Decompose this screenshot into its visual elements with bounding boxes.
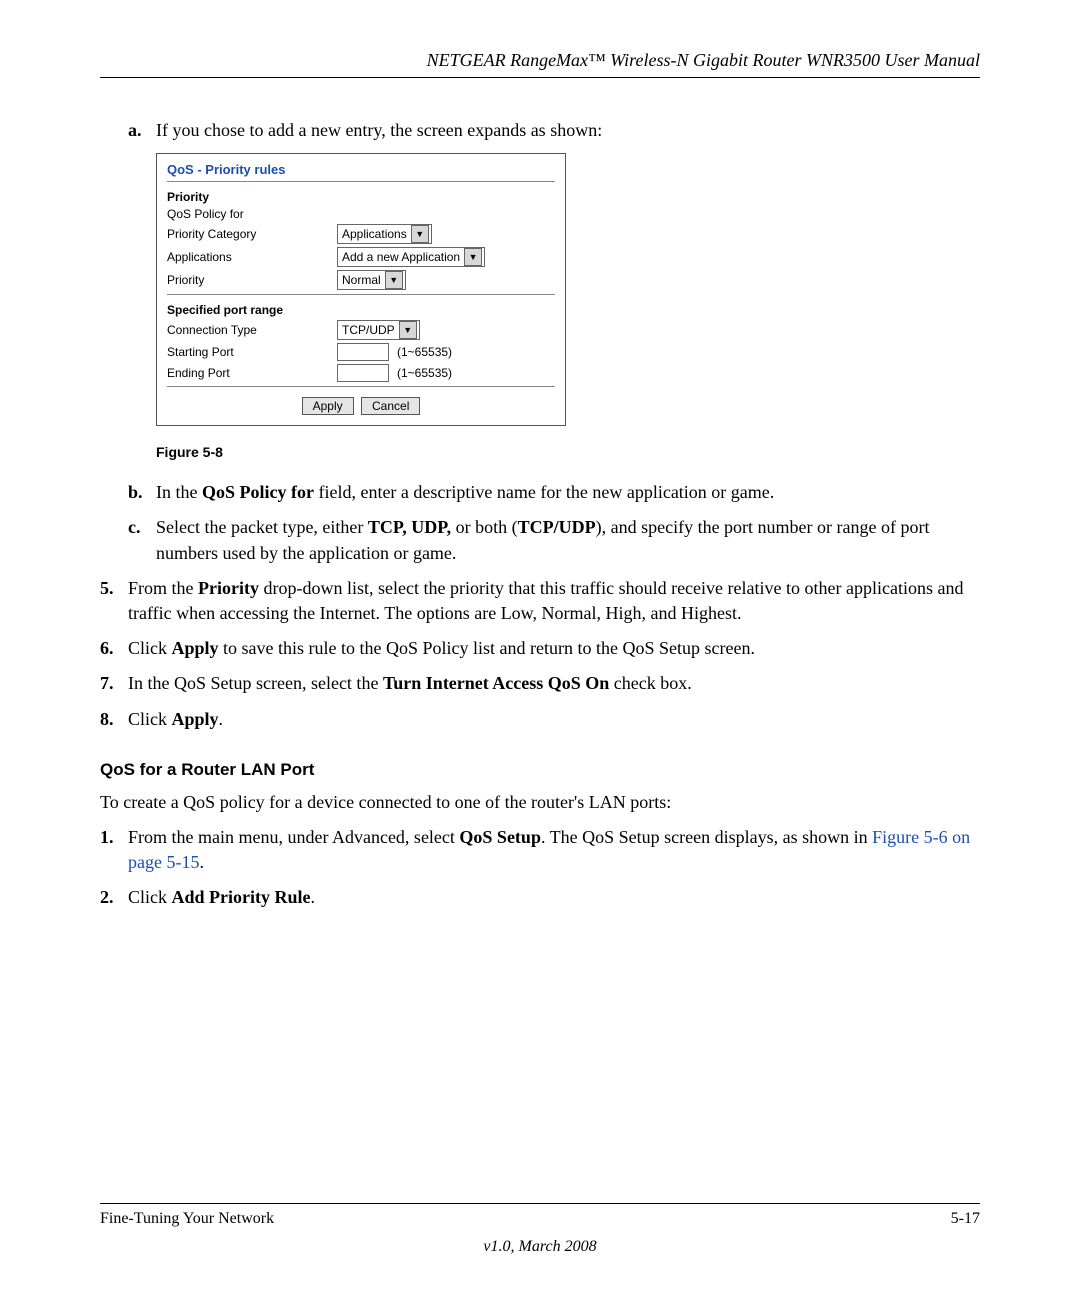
priority-category-select[interactable]: Applications ▼ [337,224,432,244]
step-b-bold: QoS Policy for [202,482,314,502]
connection-type-label: Connection Type [167,323,337,337]
applications-value: Add a new Application [342,250,460,264]
step-b: b. In the QoS Policy for field, enter a … [128,480,980,505]
step-7-t2: check box. [609,673,691,693]
starting-port-input[interactable] [337,343,389,361]
priority-label: Priority [167,273,337,287]
step-5-marker: 5. [100,576,128,626]
priority-select[interactable]: Normal ▼ [337,270,406,290]
step-c-t1: Select the packet type, either [156,517,368,537]
step-c-t2: or both ( [451,517,518,537]
ending-port-hint: (1~65535) [397,366,452,380]
step-7-t1: In the QoS Setup screen, select the [128,673,383,693]
footer-left: Fine-Tuning Your Network [100,1210,274,1228]
step-8-t1: Click [128,709,172,729]
s2-step-1: 1. From the main menu, under Advanced, s… [100,825,980,875]
s2-step-1-t1: From the main menu, under Advanced, sele… [128,827,459,847]
step-a: a. If you chose to add a new entry, the … [128,118,980,143]
step-b-suffix: field, enter a descriptive name for the … [314,482,774,502]
step-6-t2: to save this rule to the QoS Policy list… [219,638,755,658]
step-5-t1: From the [128,578,198,598]
divider [167,294,555,295]
step-5-b1: Priority [198,578,259,598]
ending-port-label: Ending Port [167,366,337,380]
applications-label: Applications [167,250,337,264]
step-7-marker: 7. [100,671,128,696]
page-header: NETGEAR RangeMax™ Wireless-N Gigabit Rou… [100,50,980,78]
step-6-t1: Click [128,638,172,658]
step-b-marker: b. [128,480,156,505]
connection-type-value: TCP/UDP [342,323,395,337]
figure-caption: Figure 5-8 [156,444,980,460]
connection-type-select[interactable]: TCP/UDP ▼ [337,320,420,340]
port-range-section-label: Specified port range [167,303,555,317]
applications-row: Applications Add a new Application ▼ [167,247,555,267]
figure-5-8: QoS - Priority rules Priority QoS Policy… [156,153,980,426]
s2-step-2-t1: Click [128,887,172,907]
step-c-b2: TCP/UDP [518,517,596,537]
s2-step-2-marker: 2. [100,885,128,910]
priority-section-label: Priority [167,190,555,204]
s2-step-2-b1: Add Priority Rule [172,887,311,907]
cancel-button[interactable]: Cancel [361,397,420,415]
step-c: c. Select the packet type, either TCP, U… [128,515,980,565]
step-8: 8. Click Apply. [100,707,980,732]
step-7-b1: Turn Internet Access QoS On [383,673,609,693]
step-b-prefix: In the [156,482,202,502]
page-footer: Fine-Tuning Your Network 5-17 v1.0, Marc… [100,1203,980,1256]
connection-type-row: Connection Type TCP/UDP ▼ [167,320,555,340]
step-c-marker: c. [128,515,156,565]
step-6-b1: Apply [172,638,219,658]
ending-port-input[interactable] [337,364,389,382]
section-intro: To create a QoS policy for a device conn… [100,790,980,815]
chevron-down-icon: ▼ [399,321,417,339]
priority-category-value: Applications [342,227,407,241]
panel-buttons: Apply Cancel [167,397,555,415]
step-8-t2: . [219,709,224,729]
s2-step-1-marker: 1. [100,825,128,875]
ending-port-row: Ending Port (1~65535) [167,364,555,382]
panel-title: QoS - Priority rules [167,162,555,177]
chevron-down-icon: ▼ [411,225,429,243]
applications-select[interactable]: Add a new Application ▼ [337,247,485,267]
starting-port-row: Starting Port (1~65535) [167,343,555,361]
footer-page-number: 5-17 [951,1210,980,1228]
apply-button[interactable]: Apply [302,397,354,415]
s2-step-1-b1: QoS Setup [459,827,541,847]
step-5: 5. From the Priority drop-down list, sel… [100,576,980,626]
s2-step-2-t2: . [311,887,316,907]
starting-port-label: Starting Port [167,345,337,359]
divider [167,181,555,182]
priority-category-label: Priority Category [167,227,337,241]
section-heading-lan-port: QoS for a Router LAN Port [100,760,980,780]
priority-category-row: Priority Category Applications ▼ [167,224,555,244]
s2-step-1-t3: . [199,852,204,872]
s2-step-2: 2. Click Add Priority Rule. [100,885,980,910]
starting-port-hint: (1~65535) [397,345,452,359]
chevron-down-icon: ▼ [464,248,482,266]
step-8-marker: 8. [100,707,128,732]
s2-step-1-t2: . The QoS Setup screen displays, as show… [541,827,872,847]
step-6-marker: 6. [100,636,128,661]
chevron-down-icon: ▼ [385,271,403,289]
priority-row: Priority Normal ▼ [167,270,555,290]
step-a-marker: a. [128,118,156,143]
divider [167,386,555,387]
step-6: 6. Click Apply to save this rule to the … [100,636,980,661]
priority-value: Normal [342,273,381,287]
step-7: 7. In the QoS Setup screen, select the T… [100,671,980,696]
step-a-text: If you chose to add a new entry, the scr… [156,118,980,143]
step-c-b1: TCP, UDP, [368,517,451,537]
qos-policy-for-row: QoS Policy for [167,207,555,221]
footer-version: v1.0, March 2008 [100,1238,980,1256]
qos-priority-rules-panel: QoS - Priority rules Priority QoS Policy… [156,153,566,426]
step-8-b1: Apply [172,709,219,729]
qos-policy-for-label: QoS Policy for [167,207,337,221]
